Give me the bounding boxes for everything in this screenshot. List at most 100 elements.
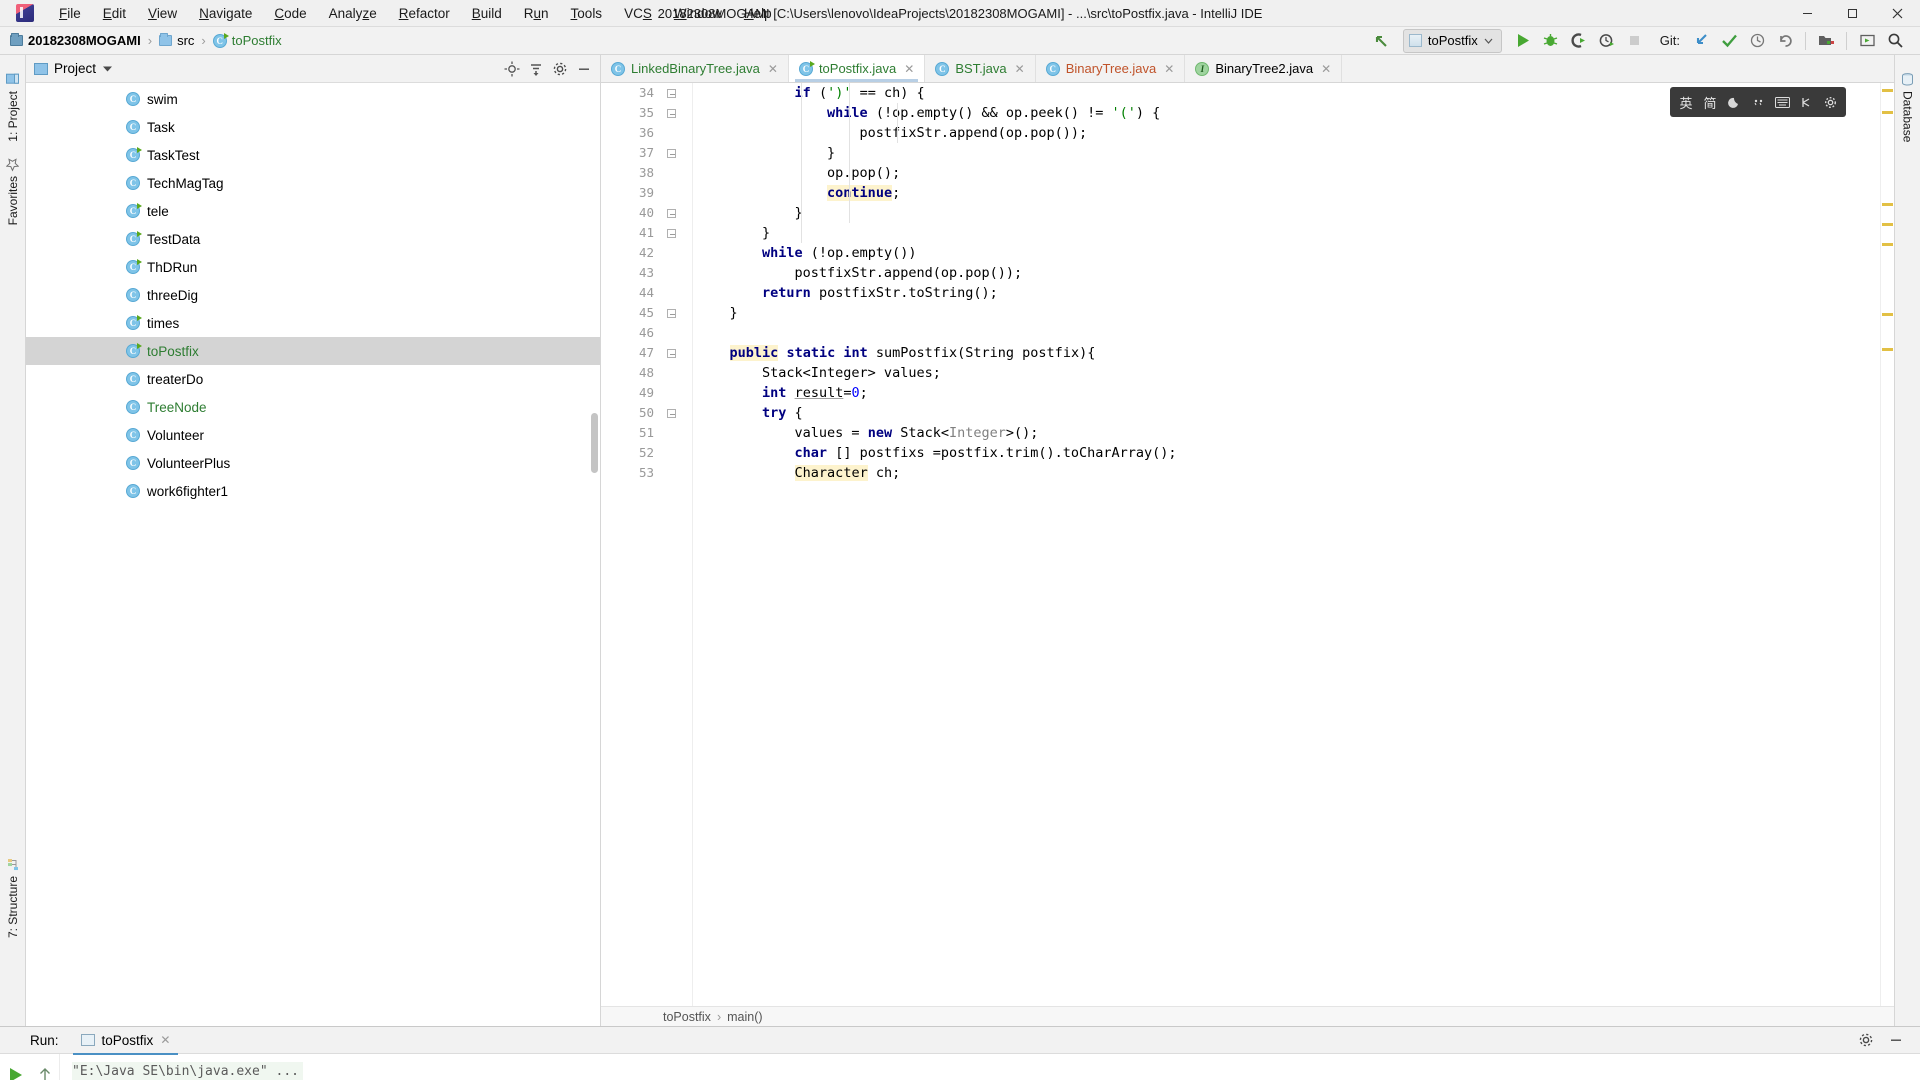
- close-icon[interactable]: ✕: [1321, 62, 1331, 76]
- project-tree[interactable]: Cswim C Task C TaskTest C TechMagTag Ctele C Test…: [26, 83, 600, 1026]
- tree-item-treaterdo[interactable]: CtreaterDo: [26, 365, 600, 393]
- editor-tab-binarytree[interactable]: C BinaryTree.java ✕: [1036, 55, 1186, 82]
- close-icon[interactable]: ✕: [768, 62, 778, 76]
- ime-char-英[interactable]: 英: [1674, 90, 1698, 114]
- profile-button[interactable]: [1594, 29, 1620, 53]
- moon-icon[interactable]: [1722, 90, 1746, 114]
- settings-icon[interactable]: [552, 61, 568, 77]
- ime-char-简[interactable]: 简: [1698, 90, 1722, 114]
- toolbox-icon[interactable]: [1794, 90, 1818, 114]
- run-configuration-selector[interactable]: toPostfix: [1402, 28, 1502, 53]
- menu-item-build[interactable]: Build: [461, 2, 513, 25]
- menu-item-navigate[interactable]: Navigate: [188, 2, 263, 25]
- breadcrumb-method[interactable]: main(): [727, 1010, 762, 1024]
- menu-item-refactor[interactable]: Refactor: [388, 2, 461, 25]
- breadcrumb-src[interactable]: src: [155, 31, 198, 50]
- breadcrumb-class[interactable]: toPostfix: [663, 1010, 711, 1024]
- hide-icon[interactable]: [576, 61, 592, 77]
- fold-marker-icon[interactable]: [667, 149, 676, 158]
- editor-gutter[interactable]: 34 35 36 37 38 39 40 41 42 43 44 45 46 47 48 49 50 51 52 53: [601, 83, 693, 1006]
- editor-tab-topostfix[interactable]: CtoPostfix.java ✕: [788, 55, 926, 82]
- maximize-button[interactable]: [1830, 0, 1875, 27]
- tree-item-tasktest[interactable]: C TaskTest: [26, 141, 600, 169]
- class-icon: C: [126, 400, 140, 414]
- hide-icon[interactable]: [1888, 1032, 1904, 1048]
- tree-item-swim[interactable]: Cswim: [26, 85, 600, 113]
- stop-button[interactable]: [1622, 29, 1648, 53]
- search-everywhere-button[interactable]: [1882, 29, 1908, 53]
- fold-marker-icon[interactable]: [667, 89, 676, 98]
- debug-button[interactable]: [1538, 29, 1564, 53]
- tree-item-tele[interactable]: Ctele: [26, 197, 600, 225]
- editor-tab-bst[interactable]: C BST.java ✕: [925, 55, 1036, 82]
- close-button[interactable]: [1875, 0, 1920, 27]
- run-tab-topostfix[interactable]: toPostfix ✕: [72, 1030, 179, 1055]
- close-icon[interactable]: ✕: [160, 1033, 170, 1047]
- back-arrow-icon[interactable]: [1369, 29, 1395, 53]
- close-icon[interactable]: ✕: [1015, 62, 1025, 76]
- editor-marker-lane[interactable]: [1880, 83, 1894, 1006]
- tree-item-times[interactable]: Ctimes: [26, 309, 600, 337]
- menu-item-edit[interactable]: Edit: [92, 2, 137, 25]
- run-with-coverage-button[interactable]: [1566, 29, 1592, 53]
- editor-breadcrumbs[interactable]: toPostfix › main(): [601, 1006, 1894, 1026]
- fold-marker-icon[interactable]: [667, 209, 676, 218]
- gear-icon[interactable]: [1818, 90, 1842, 114]
- locate-icon[interactable]: [504, 61, 520, 77]
- select-opened-file-button[interactable]: [1813, 29, 1839, 53]
- settings-icon[interactable]: [1858, 1032, 1874, 1048]
- tree-item-work6fighter1[interactable]: Cwork6fighter1: [26, 477, 600, 505]
- open-preview-button[interactable]: [1854, 29, 1880, 53]
- commit-button[interactable]: [1716, 29, 1742, 53]
- history-button[interactable]: [1744, 29, 1770, 53]
- menu-item-analyze[interactable]: Analyze: [318, 2, 388, 25]
- collapse-all-icon[interactable]: [528, 61, 544, 77]
- editor-tab-binarytree2[interactable]: I BinaryTree2.java ✕: [1185, 55, 1343, 82]
- rerun-icon[interactable]: [4, 1064, 26, 1080]
- chevron-down-icon[interactable]: [102, 65, 113, 73]
- breadcrumb-project[interactable]: 20182308MOGAMI: [6, 31, 145, 50]
- menu-item-help[interactable]: Help: [733, 2, 783, 25]
- update-project-button[interactable]: [1688, 29, 1714, 53]
- minimize-button[interactable]: [1785, 0, 1830, 27]
- fold-marker-icon[interactable]: [667, 409, 676, 418]
- tree-item-treenode[interactable]: C TreeNode: [26, 393, 600, 421]
- close-icon[interactable]: ✕: [1164, 62, 1174, 76]
- menu-item-vcs[interactable]: VCS: [613, 2, 663, 25]
- tree-item-volunteerplus[interactable]: C VolunteerPlus: [26, 449, 600, 477]
- sidebar-item-database[interactable]: Database: [1897, 65, 1919, 150]
- tree-item-volunteer[interactable]: C Volunteer: [26, 421, 600, 449]
- tree-item-threedig[interactable]: CthreeDig: [26, 281, 600, 309]
- tree-item-testdata[interactable]: C TestData: [26, 225, 600, 253]
- menu-item-window[interactable]: Window: [663, 2, 733, 25]
- fold-marker-icon[interactable]: [667, 109, 676, 118]
- fold-marker-icon[interactable]: [667, 309, 676, 318]
- sidebar-item-structure[interactable]: 7: Structure: [2, 850, 24, 946]
- menu-item-run[interactable]: Run: [513, 2, 560, 25]
- up-arrow-icon[interactable]: [34, 1064, 56, 1080]
- sidebar-item-favorites[interactable]: Favorites: [2, 150, 24, 233]
- project-tree-scrollbar[interactable]: [591, 413, 598, 473]
- menu-item-view[interactable]: View: [137, 2, 188, 25]
- fold-marker-icon[interactable]: [667, 229, 676, 238]
- sidebar-item-project[interactable]: 1: Project: [2, 65, 24, 150]
- console-output[interactable]: 20182308 "E:\Java SE\bin\java.exe" ...Pl…: [60, 1054, 1920, 1080]
- breadcrumb-file[interactable]: C toPostfix: [209, 31, 286, 50]
- tree-item-thdrun[interactable]: C ThDRun: [26, 253, 600, 281]
- tree-item-techmagtag[interactable]: C TechMagTag: [26, 169, 600, 197]
- line-number: 37: [601, 143, 692, 163]
- punctuation-icon[interactable]: [1746, 90, 1770, 114]
- fold-marker-icon[interactable]: [667, 349, 676, 358]
- close-icon[interactable]: ✕: [904, 62, 914, 76]
- editor-tab-linkedbinarytree[interactable]: C LinkedBinaryTree.java ✕: [601, 55, 789, 82]
- code-editor[interactable]: 英简 if (')' == ch) { while (!op.empty() &…: [693, 83, 1880, 1006]
- menu-item-file[interactable]: File: [48, 2, 92, 25]
- menu-item-code[interactable]: Code: [263, 2, 317, 25]
- menu-item-tools[interactable]: Tools: [560, 2, 614, 25]
- keyboard-icon[interactable]: [1770, 90, 1794, 114]
- run-button[interactable]: [1510, 29, 1536, 53]
- rollback-button[interactable]: [1772, 29, 1798, 53]
- tree-item-topostfix[interactable]: CtoPostfix: [26, 337, 600, 365]
- tree-item-task[interactable]: C Task: [26, 113, 600, 141]
- ime-floating-toolbar[interactable]: 英简: [1670, 87, 1846, 117]
